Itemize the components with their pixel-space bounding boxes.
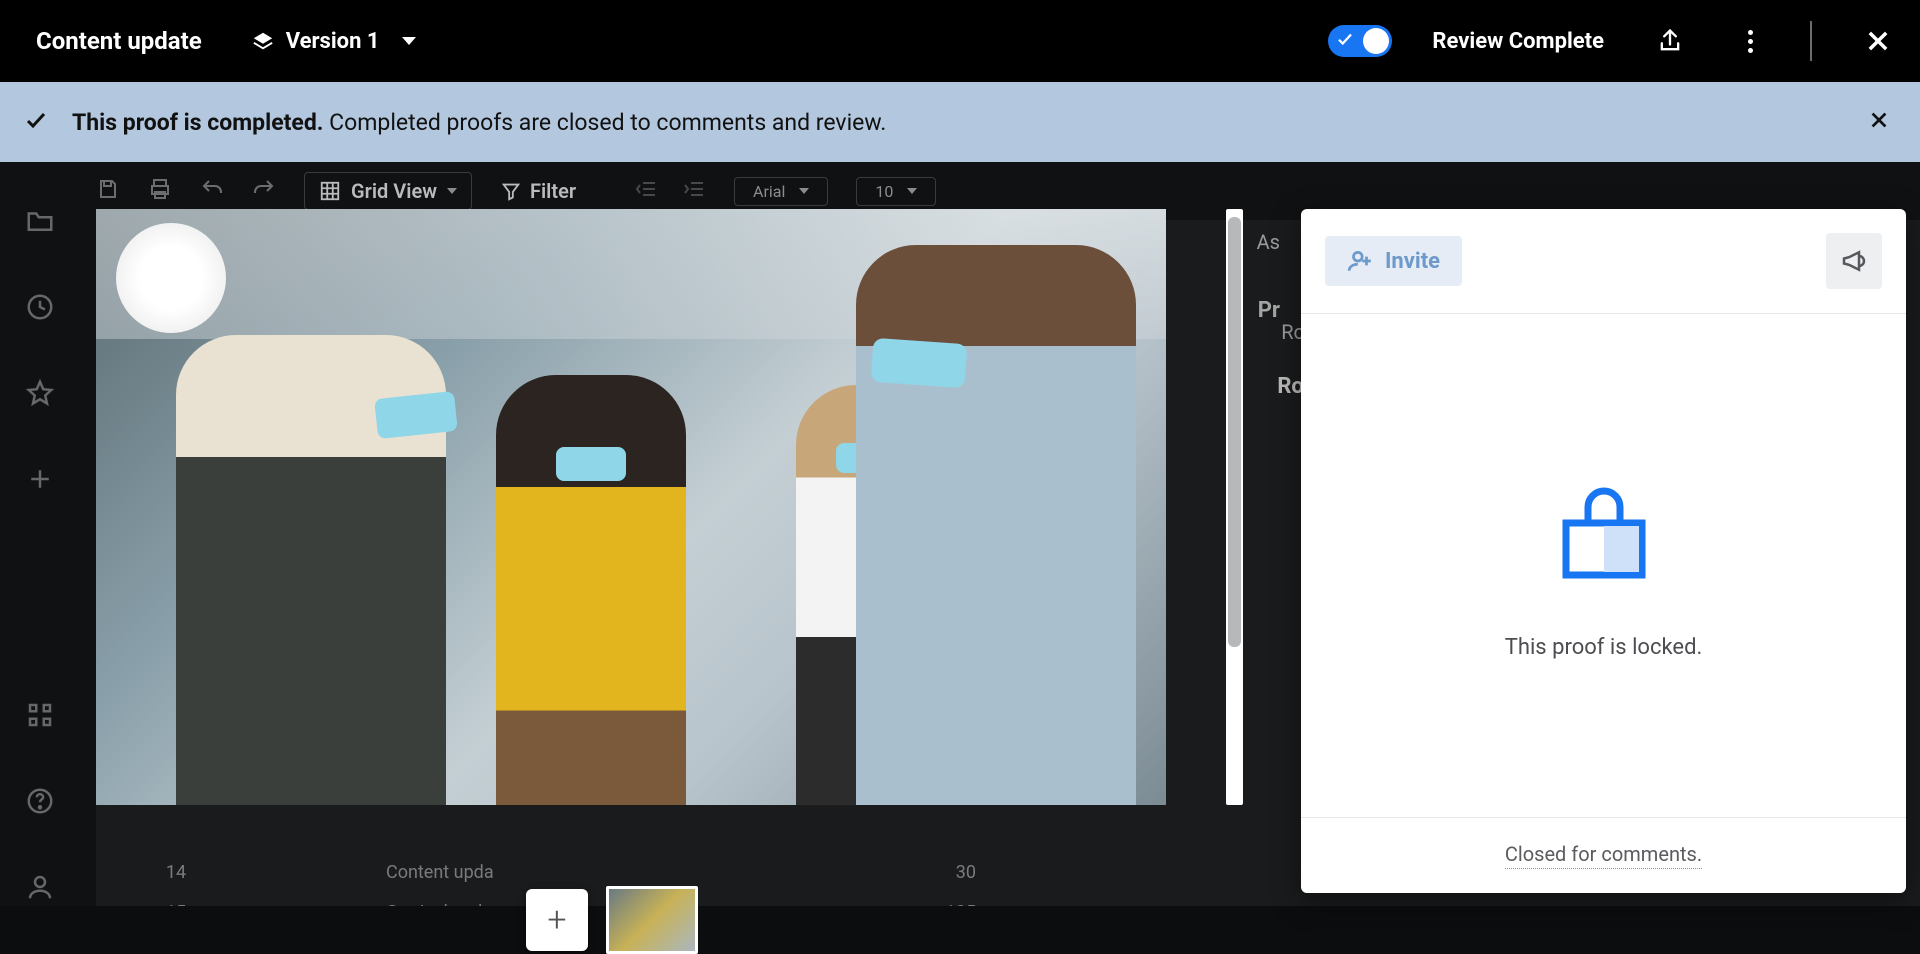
version-label: Version 1 (286, 29, 380, 54)
vertical-scrollbar[interactable] (1226, 209, 1243, 805)
share-icon (1656, 27, 1684, 55)
grid-icon (319, 180, 341, 202)
check-icon (24, 108, 48, 136)
recent-icon[interactable] (25, 292, 55, 322)
completed-banner: This proof is completed. Completed proof… (0, 82, 1920, 162)
redo-icon[interactable] (252, 177, 276, 205)
layers-icon (252, 30, 274, 52)
locked-message: This proof is locked. (1505, 635, 1703, 660)
apps-icon[interactable] (25, 700, 55, 730)
toggle-knob (1363, 28, 1389, 54)
thumbnail-strip: + (526, 886, 698, 954)
invite-label: Invite (1385, 249, 1440, 274)
font-name-value: Arial (753, 182, 785, 201)
caret-down-icon (447, 188, 457, 194)
help-icon[interactable] (25, 786, 55, 816)
proof-title: Content update (36, 27, 202, 55)
close-icon (1864, 27, 1892, 55)
indent-icon[interactable] (682, 177, 706, 205)
panel-header: Invite (1301, 209, 1906, 314)
proof-header: Content update Version 1 Review Complete (0, 0, 1920, 82)
review-complete-toggle[interactable] (1328, 25, 1392, 57)
review-complete-label: Review Complete (1432, 29, 1604, 54)
share-button[interactable] (1656, 27, 1684, 55)
megaphone-icon (1839, 246, 1869, 276)
left-nav-rail (0, 162, 80, 906)
feedback-button[interactable] (1826, 233, 1882, 289)
proof-image[interactable] (96, 209, 1166, 805)
filter-icon (500, 180, 522, 202)
scroll-thumb[interactable] (1228, 217, 1241, 647)
caret-down-icon (799, 188, 809, 194)
dismiss-banner-button[interactable] (1868, 109, 1890, 135)
invite-button[interactable]: Invite (1325, 236, 1462, 286)
font-size-select[interactable]: 10 (856, 177, 936, 206)
undo-icon[interactable] (200, 177, 224, 205)
view-label: Grid View (351, 179, 437, 203)
version-selector[interactable]: Version 1 (252, 29, 416, 54)
close-proof-button[interactable] (1864, 27, 1892, 55)
close-icon (1868, 109, 1890, 131)
banner-rest: Completed proofs are closed to comments … (323, 109, 886, 136)
caret-down-icon (402, 37, 416, 45)
add-version-button[interactable]: + (526, 889, 588, 951)
print-icon[interactable] (148, 177, 172, 205)
star-icon[interactable] (25, 378, 55, 408)
closed-for-comments-text: Closed for comments. (1505, 842, 1702, 869)
panel-body: This proof is locked. (1301, 314, 1906, 817)
account-icon[interactable] (25, 872, 55, 902)
plus-icon: + (547, 900, 566, 940)
banner-text: This proof is completed. Completed proof… (72, 109, 886, 136)
version-thumbnail[interactable] (606, 886, 698, 954)
save-icon[interactable] (96, 177, 120, 205)
lock-icon (1544, 471, 1664, 595)
filter-label: Filter (530, 179, 576, 203)
outdent-icon[interactable] (634, 177, 658, 205)
person-plus-icon (1347, 248, 1373, 274)
comments-panel: Invite This proof is locked. Closed for … (1301, 209, 1906, 893)
divider (1810, 21, 1812, 61)
filter-button[interactable]: Filter (500, 179, 576, 203)
caret-down-icon (907, 188, 917, 194)
folder-icon[interactable] (25, 206, 55, 236)
font-size-value: 10 (875, 182, 893, 201)
font-name-select[interactable]: Arial (734, 177, 828, 206)
banner-bold: This proof is completed. (72, 109, 323, 136)
more-menu-button[interactable] (1736, 27, 1764, 55)
check-icon (1336, 30, 1354, 52)
plus-icon[interactable] (25, 464, 55, 494)
panel-footer: Closed for comments. (1301, 817, 1906, 893)
view-selector[interactable]: Grid View (304, 172, 472, 210)
